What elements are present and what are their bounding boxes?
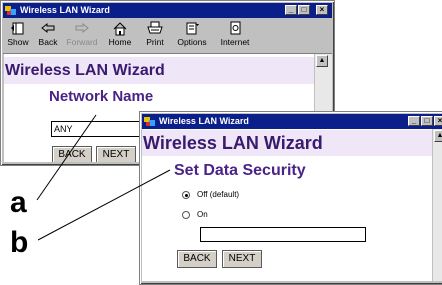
toolbar-back-button[interactable]: Back <box>34 21 62 47</box>
window2-header: Wireless LAN Wizard <box>142 130 432 156</box>
maximize-button[interactable]: □ <box>421 116 433 126</box>
app-icon <box>144 117 155 126</box>
scroll-up-arrow-icon[interactable]: ▲ <box>316 55 328 67</box>
next-button[interactable]: NEXT <box>222 250 262 268</box>
minimize-button[interactable]: _ <box>408 116 420 126</box>
internet-icon <box>230 21 241 35</box>
window1-title: Wireless LAN Wizard <box>20 5 110 15</box>
window2-scrollbar[interactable]: ▲ <box>432 129 442 281</box>
toolbar-internet-button[interactable]: Internet <box>217 21 253 47</box>
network-name-heading: Network Name <box>49 88 154 105</box>
minimize-button[interactable]: _ <box>285 5 297 15</box>
close-button[interactable]: × <box>316 5 328 15</box>
toolbar-options-button[interactable]: Options <box>175 21 209 47</box>
next-button[interactable]: NEXT <box>96 146 136 162</box>
show-icon <box>11 22 24 35</box>
security-on-label: On <box>197 210 208 219</box>
scroll-up-arrow-icon[interactable]: ▲ <box>434 130 442 142</box>
security-on-radio[interactable] <box>182 211 190 219</box>
back-button[interactable]: BACK <box>52 146 92 162</box>
window2-content: Wireless LAN Wizard Set Data Security Of… <box>142 129 432 281</box>
toolbar-show-button[interactable]: Show <box>5 21 31 47</box>
options-icon <box>186 22 199 35</box>
window1-header: Wireless LAN Wizard <box>4 57 314 84</box>
maximize-button[interactable]: □ <box>298 5 310 15</box>
forward-arrow-icon <box>75 22 89 34</box>
window2-title: Wireless LAN Wizard <box>159 116 249 126</box>
close-button[interactable]: × <box>434 116 442 126</box>
set-data-security-heading: Set Data Security <box>174 162 306 179</box>
window2-titlebar[interactable]: Wireless LAN Wizard _ □ × <box>142 114 442 129</box>
toolbar-home-button[interactable]: Home <box>105 21 135 47</box>
window1-titlebar[interactable]: Wireless LAN Wizard _ □ × <box>3 3 332 18</box>
security-off-radio[interactable] <box>182 191 190 199</box>
back-arrow-icon <box>41 22 55 34</box>
help-toolbar: Show Back Forward Home Print Options Int… <box>3 19 332 54</box>
security-off-label: Off (default) <box>197 190 240 199</box>
wizard-window-data-security: Wireless LAN Wizard _ □ × Wireless LAN W… <box>139 111 442 285</box>
toolbar-print-button[interactable]: Print <box>141 21 169 47</box>
toolbar-forward-button[interactable]: Forward <box>63 21 101 47</box>
back-button[interactable]: BACK <box>177 250 217 268</box>
callout-label-a: a <box>10 186 27 219</box>
security-key-field[interactable] <box>200 227 366 242</box>
home-icon <box>113 22 127 36</box>
network-name-field[interactable]: ANY <box>51 121 146 137</box>
app-icon <box>5 6 16 15</box>
callout-label-b: b <box>10 226 29 259</box>
print-icon <box>147 21 163 34</box>
